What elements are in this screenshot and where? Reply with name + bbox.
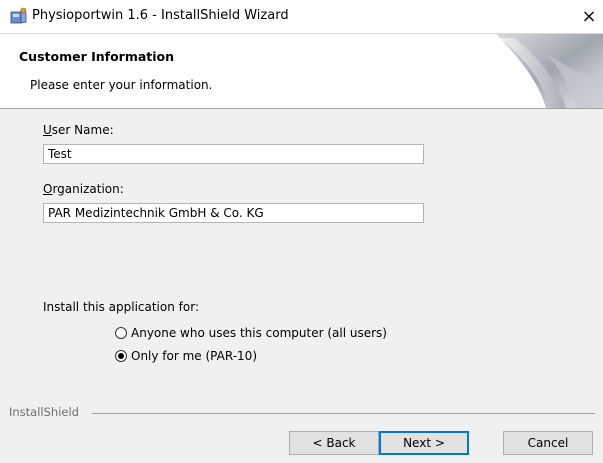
user-name-input[interactable] (43, 144, 424, 164)
user-name-accelerator: U (43, 123, 52, 137)
window-title: Physioportwin 1.6 - InstallShield Wizard (32, 8, 289, 23)
organization-label: Organization: (43, 182, 124, 196)
page-subtitle: Please enter your information. (30, 78, 213, 92)
radio-button-all-users[interactable] (115, 327, 127, 339)
installshield-wizard-window: Physioportwin 1.6 - InstallShield Wizard… (0, 0, 603, 463)
organization-label-text: rganization: (52, 182, 124, 196)
wizard-header: Customer Information Please enter your i… (0, 34, 603, 109)
footer-divider (92, 413, 595, 414)
install-for-label: Install this application for: (43, 300, 199, 314)
close-icon[interactable]: × (575, 0, 603, 33)
back-button[interactable]: < Back (289, 431, 379, 455)
radio-option-all-users[interactable]: Anyone who uses this computer (all users… (115, 326, 387, 340)
next-button[interactable]: Next > (379, 431, 469, 455)
cancel-button[interactable]: Cancel (503, 431, 593, 455)
radio-button-only-me[interactable] (115, 350, 127, 362)
page-title: Customer Information (19, 49, 175, 64)
user-name-label: User Name: (43, 123, 114, 137)
wizard-banner-graphic (486, 34, 603, 108)
user-name-label-text: ser Name: (51, 123, 114, 137)
radio-option-only-me[interactable]: Only for me (PAR-10) (115, 349, 257, 363)
installshield-brand-label: InstallShield (9, 405, 79, 419)
radio-label-only-me: Only for me (PAR-10) (131, 349, 257, 363)
title-bar: Physioportwin 1.6 - InstallShield Wizard… (0, 0, 603, 34)
organization-input[interactable] (43, 203, 424, 223)
radio-label-all-users: Anyone who uses this computer (all users… (131, 326, 387, 340)
installer-app-icon (10, 7, 27, 24)
